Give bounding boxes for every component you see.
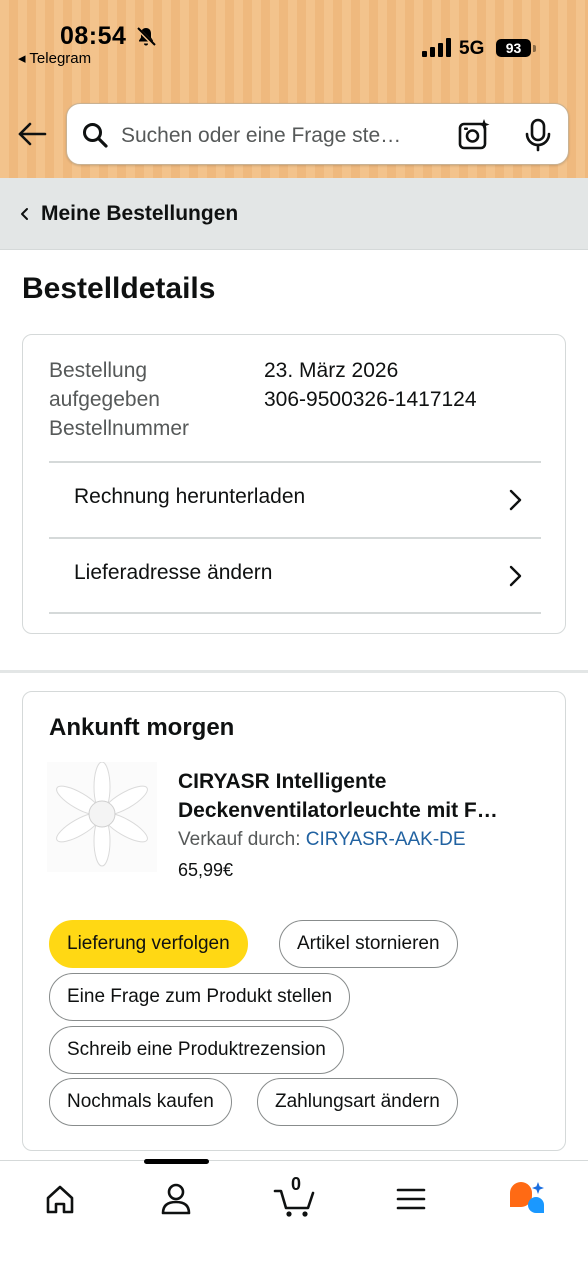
section-separator (0, 670, 588, 673)
network-type: 5G (459, 38, 485, 59)
change-address-link[interactable]: Lieferadresse ändern (49, 539, 541, 613)
ask-question-button[interactable]: Eine Frage zum Produkt stellen (49, 973, 351, 1021)
microphone-icon[interactable] (523, 118, 553, 152)
rufus-assistant-icon[interactable] (506, 1179, 546, 1219)
product-title-line1: CIRYASR Intelligente (178, 770, 387, 793)
account-icon[interactable] (156, 1179, 196, 1219)
bottom-nav: 0 (0, 1159, 588, 1280)
cancel-items-button[interactable]: Artikel stornieren (279, 920, 458, 968)
breadcrumb[interactable]: Meine Bestellungen (0, 178, 588, 250)
product-title-line2: Deckenventilatorleuchte mit F… (178, 799, 498, 822)
seller-prefix: Verkauf durch: (178, 829, 306, 850)
status-bar: 08:54 ◂ Telegram 5G 93 (0, 0, 588, 70)
buy-again-button[interactable]: Nochmals kaufen (49, 1078, 232, 1126)
product-price: 65,99€ (178, 860, 234, 880)
product-image[interactable] (47, 762, 157, 872)
track-package-button[interactable]: Lieferung verfolgen (49, 920, 248, 968)
back-to-app-link[interactable]: ◂ Telegram (18, 49, 91, 67)
change-address-label: Lieferadresse ändern (74, 561, 273, 584)
chevron-left-icon (21, 208, 28, 220)
app-header: 08:54 ◂ Telegram 5G 93 Suchen oder eine … (0, 0, 588, 178)
battery-level: 93 (496, 39, 531, 57)
battery-icon: 93 (496, 37, 536, 59)
order-date-value: 23. März 2026 (264, 359, 399, 382)
cart-count: 0 (291, 1174, 302, 1194)
change-payment-button[interactable]: Zahlungsart ändern (257, 1078, 458, 1126)
divider (49, 612, 541, 614)
search-input[interactable]: Suchen oder eine Frage ste… (121, 124, 401, 148)
active-tab-indicator (144, 1159, 209, 1164)
download-invoice-label: Rechnung herunterladen (74, 485, 306, 508)
write-review-button[interactable]: Schreib eine Produktrezension (49, 1026, 344, 1074)
seller-link[interactable]: CIRYASR-AAK-DE (306, 829, 466, 850)
page-title: Bestelldetails (22, 272, 216, 305)
order-info-card: Bestellung aufgegeben Bestellnummer 23. … (22, 334, 566, 634)
chevron-right-icon (509, 565, 522, 587)
signal-icon (422, 38, 451, 57)
shipment-card: Ankunft morgen CIRYASR Intelligente Deck… (22, 691, 566, 1151)
bell-muted-icon (135, 26, 157, 48)
search-icon (83, 123, 108, 148)
menu-icon[interactable] (391, 1179, 431, 1219)
arrival-status: Ankunft morgen (49, 714, 235, 741)
chevron-right-icon (509, 489, 522, 511)
home-icon[interactable] (40, 1179, 80, 1219)
camera-lens-icon[interactable] (457, 118, 491, 152)
product-title[interactable]: CIRYASR Intelligente Deckenventilatorleu… (178, 767, 540, 825)
status-time: 08:54 (60, 22, 127, 50)
download-invoice-link[interactable]: Rechnung herunterladen (49, 463, 541, 537)
back-arrow-icon[interactable] (16, 118, 48, 150)
order-number-label: Bestellnummer (49, 417, 190, 440)
order-date-label-line2: aufgegeben (49, 388, 160, 411)
breadcrumb-label[interactable]: Meine Bestellungen (41, 202, 238, 226)
seller-info: Verkauf durch: CIRYASR-AAK-DE (178, 829, 466, 851)
order-date-label-line1: Bestellung (49, 359, 148, 382)
search-bar[interactable]: Suchen oder eine Frage ste… (66, 103, 569, 165)
order-number-value: 306-9500326-1417124 (264, 388, 477, 411)
